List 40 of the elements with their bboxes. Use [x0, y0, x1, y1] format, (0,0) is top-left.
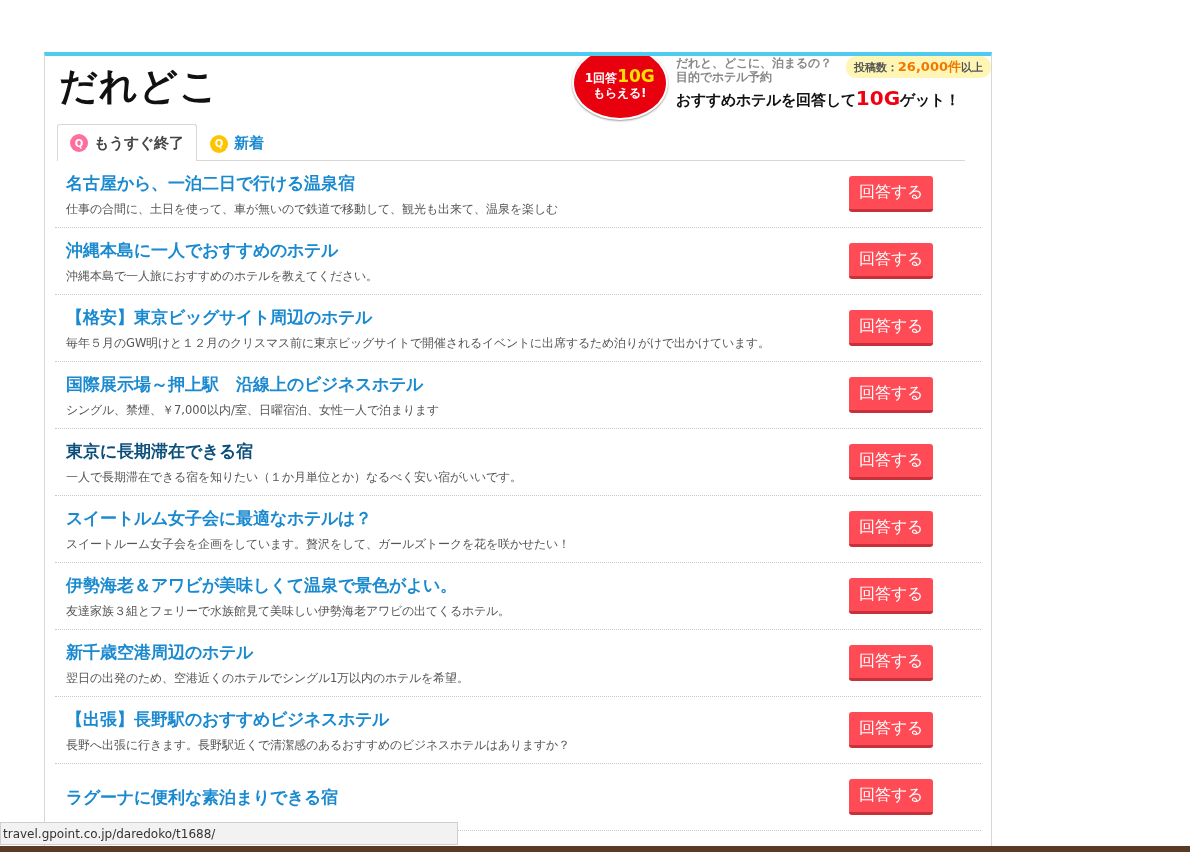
answer-button[interactable]: 回答する — [849, 444, 933, 480]
question-title[interactable]: 国際展示場～押上駅 沿線上のビジネスホテル — [66, 372, 439, 396]
question-description: 翌日の出発のため、空港近くのホテルでシングル1万以内のホテルを希望。 — [66, 670, 470, 686]
question-description: 毎年５月のGW明けと１２月のクリスマス前に東京ビッグサイトで開催されるイベントに出席するため泊りがけで出かけています。 — [66, 335, 771, 351]
question-title[interactable]: 【格安】東京ビッグサイト周辺のホテル — [66, 305, 771, 329]
tagline: だれと、どこに、泊まるの？ — [675, 56, 832, 70]
answer-button[interactable]: 回答する — [849, 578, 933, 614]
answer-button[interactable]: 回答する — [849, 645, 933, 681]
answer-button[interactable]: 回答する — [849, 511, 933, 547]
answer-button[interactable]: 回答する — [849, 377, 933, 413]
question-description: 長野へ出張に行きます。長野駅近くで清潔感のあるおすすめのビジネスホテルはありますか？ — [66, 737, 570, 753]
question-title[interactable]: スイートルム女子会に最適なホテルは？ — [66, 506, 570, 530]
question-description: 沖縄本島で一人旅におすすめのホテルを教えてください。 — [66, 268, 378, 284]
url-tooltip: travel.gpoint.co.jp/daredoko/t1688/ — [0, 822, 458, 845]
site-logo[interactable]: だれどこ — [59, 60, 219, 122]
tagline: 目的でホテル予約 — [675, 70, 773, 84]
promo-headline: おすすめホテルを回答して10Gゲット！ — [675, 86, 962, 110]
answer-button[interactable]: 回答する — [849, 176, 933, 212]
question-description: 友達家族３組とフェリーで水族館見て美味しい伊勢海老アワビの出てくるホテル。 — [66, 603, 510, 619]
question-description: 仕事の合間に、土日を使って、車が無いので鉄道で移動して、観光も出来て、温泉を楽しむ — [66, 201, 558, 217]
question-title[interactable]: 新千歳空港周辺のホテル — [66, 640, 470, 664]
q-icon: Q — [210, 134, 228, 153]
tab[interactable]: Q もうすぐ終了 — [57, 124, 197, 161]
question-title[interactable]: 東京に長期滞在できる宿 — [66, 439, 522, 463]
question-title[interactable]: 名古屋から、一泊二日で行ける温泉宿 — [66, 171, 558, 195]
question-title[interactable]: 沖縄本島に一人でおすすめのホテル — [66, 238, 378, 262]
answer-button[interactable]: 回答する — [849, 310, 933, 346]
question-title[interactable]: 【出張】長野駅のおすすめビジネスホテル — [66, 707, 570, 731]
question-title[interactable]: 伊勢海老＆アワビが美味しくて温泉で景色がよい。 — [66, 573, 510, 597]
question-title[interactable]: ラグーナに便利な素泊まりできる宿 — [66, 785, 338, 809]
reward-bubble: 1回答10G もらえる! — [571, 56, 668, 120]
question-description: スイートルーム女子会を企画をしています。贅沢をして、ガールズトークを花を咲かせたい！ — [66, 536, 570, 552]
tab[interactable]: Q 新着 — [197, 125, 277, 161]
answer-button[interactable]: 回答する — [849, 243, 933, 279]
question-description: 一人で長期滞在できる宿を知りたい（１か月単位とか）なるべく安い宿がいいです。 — [66, 469, 522, 485]
q-icon: Q — [70, 134, 88, 152]
answer-button[interactable]: 回答する — [849, 712, 933, 748]
post-count: 投稿数：26,000件以上 — [845, 56, 991, 78]
answer-button[interactable]: 回答する — [849, 779, 933, 815]
question-description: シングル、禁煙、￥7,000以内/室、日曜宿泊、女性一人で泊まります — [66, 402, 439, 418]
